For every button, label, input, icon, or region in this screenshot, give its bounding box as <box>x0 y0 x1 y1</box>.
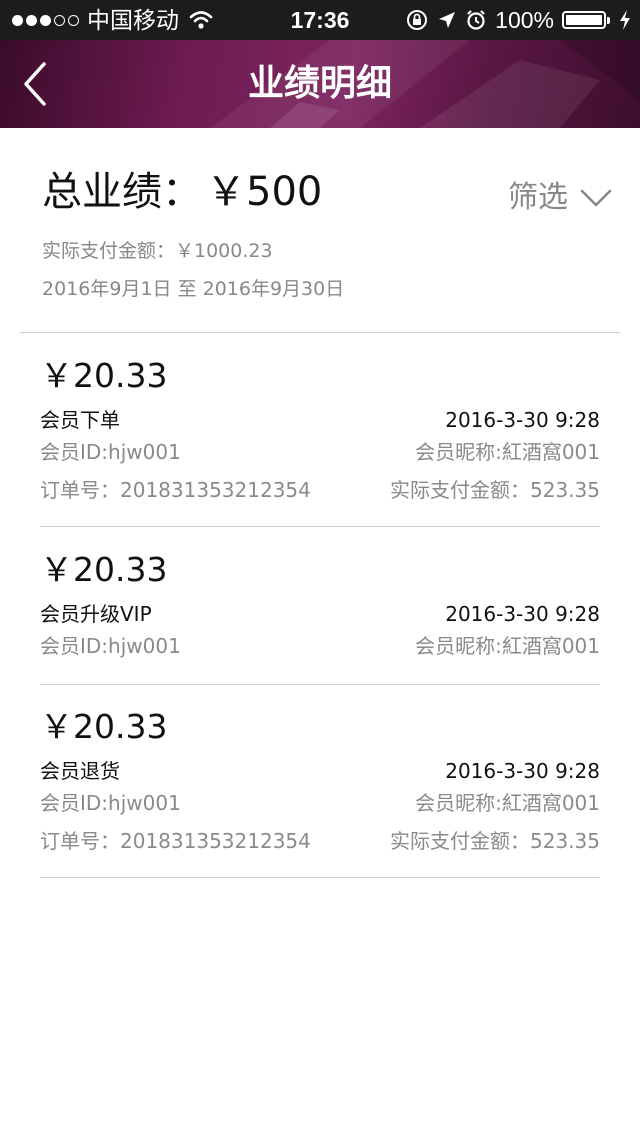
actual-paid: 实际支付金额：523.35 <box>390 478 600 502</box>
date-range: 2016年9月1日 至 2016年9月30日 <box>42 278 345 300</box>
record-amount: ￥20.33 <box>40 550 168 589</box>
actual-paid-total: 实际支付金额：￥1000.23 <box>42 240 273 262</box>
member-nickname: 会员昵称:紅酒窩001 <box>415 440 600 464</box>
filter-label: 筛选 <box>508 180 568 215</box>
actual-paid: 实际支付金额：523.35 <box>390 829 600 853</box>
member-id: 会员ID:hjw001 <box>40 634 181 658</box>
location-icon <box>439 12 456 28</box>
divider <box>40 877 600 878</box>
status-bar: 中国移动 17:36 100% <box>0 0 640 40</box>
total-value: ￥500 <box>206 169 323 215</box>
member-id: 会员ID:hjw001 <box>40 440 181 464</box>
filter-button[interactable]: 筛选 <box>508 176 612 220</box>
page-title: 业绩明细 <box>247 63 392 104</box>
battery-icon <box>562 11 610 29</box>
record-amount: ￥20.33 <box>40 707 168 746</box>
member-nickname: 会员昵称:紅酒窩001 <box>415 634 600 658</box>
charging-icon <box>620 10 630 30</box>
record-type: 会员下单 <box>40 408 120 432</box>
list-item[interactable]: ￥20.33 会员退货 2016-3-30 9:28 会员ID:hjw001 会… <box>40 707 600 879</box>
list-item[interactable]: ￥20.33 会员下单 2016-3-30 9:28 会员ID:hjw001 会… <box>40 356 600 528</box>
record-datetime: 2016-3-30 9:28 <box>445 408 600 432</box>
nav-bar: 业绩明细 <box>0 40 640 128</box>
record-datetime: 2016-3-30 9:28 <box>445 602 600 626</box>
record-datetime: 2016-3-30 9:28 <box>445 759 600 783</box>
total-label: 总业绩： <box>42 169 202 215</box>
list-item[interactable]: ￥20.33 会员升级VIP 2016-3-30 9:28 会员ID:hjw00… <box>40 550 600 686</box>
member-nickname: 会员昵称:紅酒窩001 <box>415 791 600 815</box>
order-number: 订单号：201831353212354 <box>40 829 311 853</box>
record-type: 会员升级VIP <box>40 602 152 626</box>
alarm-icon <box>467 10 485 30</box>
order-number: 订单号：201831353212354 <box>40 478 311 502</box>
divider <box>20 332 620 333</box>
record-amount: ￥20.33 <box>40 356 168 395</box>
divider <box>40 526 600 527</box>
orientation-lock-icon <box>407 10 428 30</box>
divider <box>40 684 600 685</box>
performance-summary: 总业绩： ￥500 筛选 实际支付金额：￥1000.23 2016年9月1日 至… <box>42 166 612 300</box>
record-type: 会员退货 <box>40 759 120 783</box>
battery-percent: 100% <box>495 7 554 33</box>
member-id: 会员ID:hjw001 <box>40 791 181 815</box>
chevron-down-icon <box>580 189 612 207</box>
